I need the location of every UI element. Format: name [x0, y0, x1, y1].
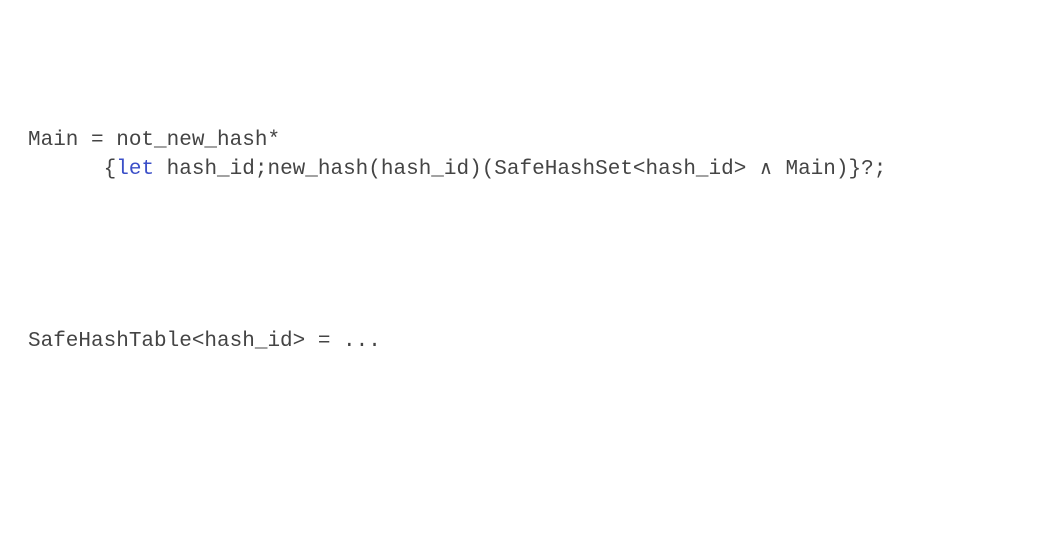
rule-body-a: hash_id;new_hash(hash_id)(SafeHashSet<ha… [154, 158, 759, 181]
let-keyword: let [116, 158, 155, 181]
main-rule-line-2: {let hash_id;new_hash(hash_id)(SafeHashS… [28, 157, 887, 181]
main-rule-line-1: Main = not_new_hash* [28, 129, 281, 152]
safe-hash-table-rule: SafeHashTable<hash_id> = ... [28, 330, 381, 353]
open-brace: { [103, 158, 117, 181]
logical-and-symbol: ∧ [758, 157, 773, 179]
rule-body-b: Main)}?; [772, 158, 887, 181]
